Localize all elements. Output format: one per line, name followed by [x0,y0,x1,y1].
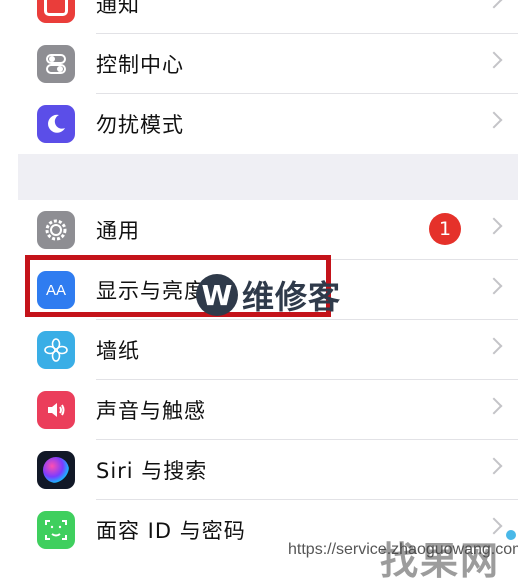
watermark-text: 维修客 [242,278,342,316]
notifications-icon [37,0,75,23]
chevron-right-icon [485,277,503,295]
speaker-icon [37,391,75,429]
row-label: Siri 与搜索 [96,459,208,483]
wallpaper-flower-icon [37,331,75,369]
chevron-right-icon [485,337,503,355]
settings-group-1: 通知 控制中心 勿扰模式 [18,0,518,154]
gear-icon [37,211,75,249]
moon-icon [37,105,75,143]
watermark-w-icon: W [196,274,238,316]
siri-icon [37,451,75,489]
row-label: 墙纸 [96,339,140,363]
left-edge [0,0,18,570]
row-label: 声音与触感 [96,399,206,423]
chevron-right-icon [485,51,503,69]
row-general[interactable]: 通用 1 [18,200,518,260]
chevron-right-icon [485,0,503,9]
row-notifications[interactable]: 通知 [18,0,518,34]
watermark-dot [506,530,516,540]
notification-badge: 1 [429,213,461,245]
face-id-icon [37,511,75,549]
chevron-right-icon [485,111,503,129]
chevron-right-icon [485,397,503,415]
row-siri-search[interactable]: Siri 与搜索 [18,440,518,500]
row-label: 勿扰模式 [96,113,184,137]
row-label: 通用 [96,219,140,243]
chevron-right-icon [485,457,503,475]
row-label: 面容 ID 与密码 [96,519,246,543]
row-wallpaper[interactable]: 墙纸 [18,320,518,380]
settings-screen: 通知 控制中心 勿扰模式 通用 1 AA 显示与亮度 墙纸 声音与触感 Siri… [0,0,518,583]
control-center-icon [37,45,75,83]
url-watermark: https://service.zhaoguowang.com [288,541,518,558]
row-sounds-haptics[interactable]: 声音与触感 [18,380,518,440]
group-separator [18,154,518,200]
row-control-center[interactable]: 控制中心 [18,34,518,94]
row-do-not-disturb[interactable]: 勿扰模式 [18,94,518,154]
row-label: 控制中心 [96,53,184,77]
chevron-right-icon [485,217,503,235]
row-label: 通知 [96,0,140,17]
watermark-logo: W 维修客 [196,272,341,318]
